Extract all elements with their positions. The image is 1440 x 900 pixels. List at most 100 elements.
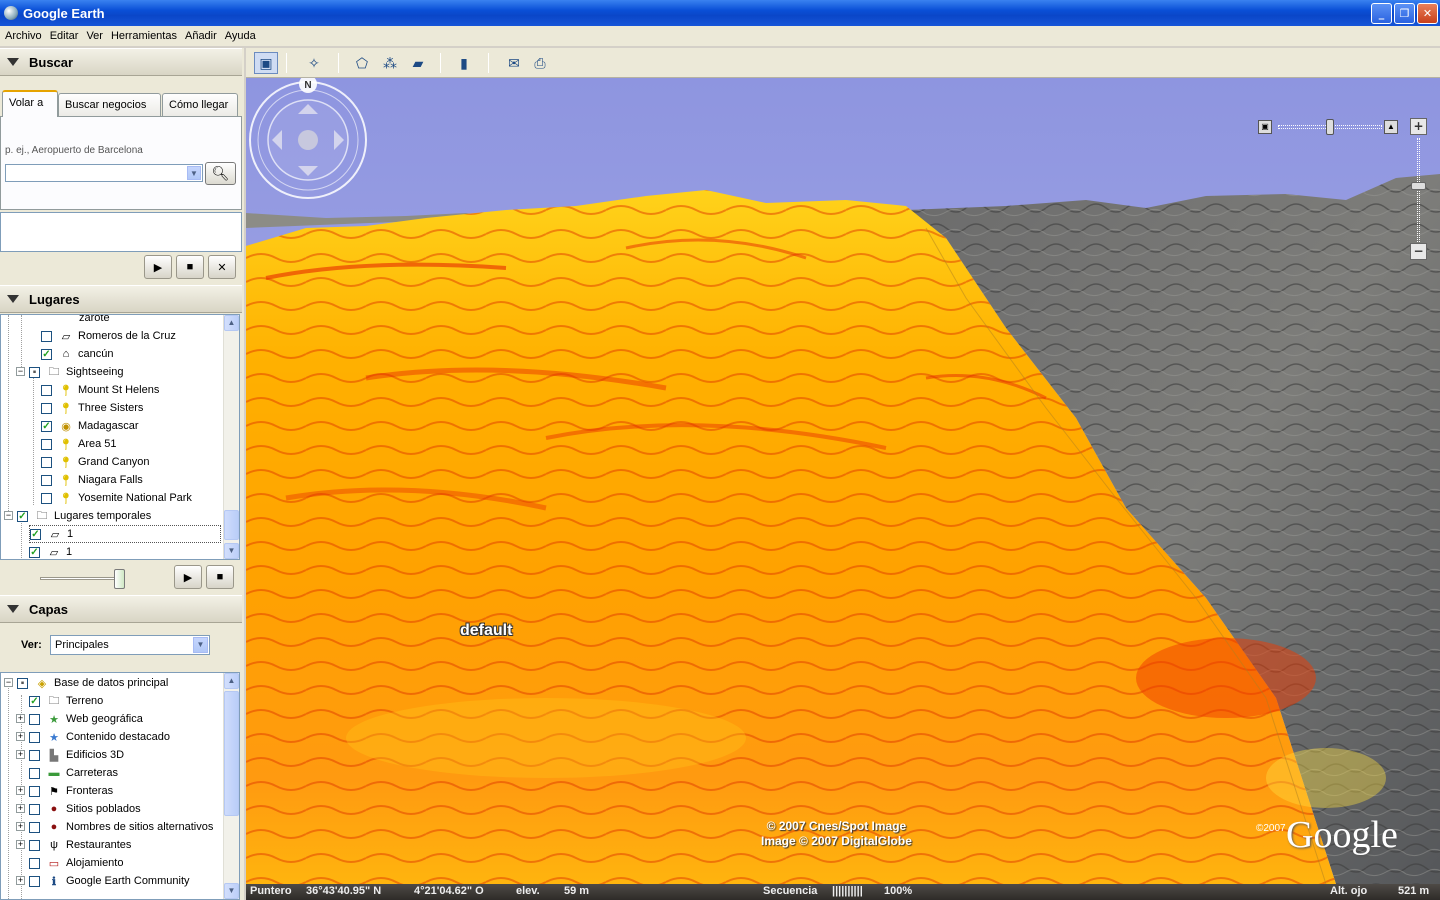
list-item[interactable]: ▭ Alojamiento [29,854,123,872]
earth-3d-view[interactable]: default © 2007 Cnes/Spot Image Image © 2… [246,78,1440,884]
checkbox[interactable]: ▪ [17,677,28,689]
list-item[interactable]: ● Nombres de sitios alternativos [29,818,213,836]
checkbox[interactable] [41,438,52,450]
checkbox[interactable] [41,492,52,504]
tilt-slider[interactable]: ▣ ▲ [1258,119,1398,135]
close-button[interactable]: ✕ [1417,3,1438,24]
navigation-compass[interactable]: N [246,78,370,202]
search-button[interactable]: 🔍︎ [205,162,236,185]
checkbox[interactable] [41,330,52,342]
list-item[interactable]: ℹ Google Earth Community [29,872,190,890]
menu-anadir[interactable]: Añadir [181,30,221,42]
maximize-button[interactable]: ❐ [1394,3,1415,24]
chevron-down-icon[interactable]: ▼ [193,637,208,653]
tour-slider-track[interactable] [40,577,124,580]
zoom-in-icon[interactable]: + [1410,118,1427,135]
expand-toggle[interactable]: + [16,750,25,759]
expand-toggle[interactable]: + [16,732,25,741]
stop-button[interactable]: ■ [176,255,204,279]
list-item[interactable]: zarote [41,315,110,327]
scroll-thumb[interactable] [224,510,239,540]
list-item[interactable]: ✓ ⌂ cancún [41,345,113,363]
expand-toggle[interactable]: + [16,876,25,885]
list-item[interactable]: ✓ ▱ 1 [29,543,72,559]
list-item[interactable]: 📍︎ Yosemite National Park [41,489,192,507]
checkbox[interactable] [29,767,40,779]
list-item[interactable]: ● Sitios poblados [29,800,141,818]
scroll-up-icon[interactable]: ▲ [224,673,239,689]
tour-slider-knob[interactable] [114,569,125,589]
ruler-icon[interactable]: ▮ [452,52,476,74]
chevron-down-icon[interactable]: ▼ [187,166,201,180]
checkbox[interactable] [41,474,52,486]
tilt-knob[interactable] [1326,119,1334,135]
checkbox[interactable] [29,785,40,797]
minimize-button[interactable]: _ [1371,3,1392,24]
image-overlay-icon[interactable]: ▰ [406,52,430,74]
polygon-add-icon[interactable]: ⬠ [350,52,374,74]
list-item[interactable]: ▪ 🗀︎ Sightseeing [29,363,124,381]
list-item[interactable]: 📍︎ Grand Canyon [41,453,150,471]
search-section-header[interactable]: Buscar [0,48,242,76]
email-icon[interactable]: ✉ [502,52,526,74]
zoom-out-icon[interactable]: − [1410,243,1427,260]
tab-volar-a[interactable]: Volar a [2,90,58,117]
checkbox[interactable]: ✓ [30,528,41,540]
places-tree[interactable]: zarote ▱ Romeros de la Cruz ✓ ⌂ cancún −… [0,314,240,560]
scroll-thumb[interactable] [224,691,239,816]
checkbox[interactable] [29,857,40,869]
scroll-down-icon[interactable]: ▼ [224,883,239,899]
collapse-toggle[interactable]: − [4,678,13,687]
list-item[interactable]: 📍︎ Mount St Helens [41,381,159,399]
print-icon[interactable]: ⎙ [528,52,552,74]
menu-archivo[interactable]: Archivo [1,30,46,42]
checkbox[interactable] [29,731,40,743]
menu-herramientas[interactable]: Herramientas [107,30,181,42]
checkbox[interactable] [41,384,52,396]
scroll-down-icon[interactable]: ▼ [224,543,239,559]
view-select[interactable]: Principales ▼ [50,635,210,655]
expand-toggle[interactable]: + [16,714,25,723]
places-section-header[interactable]: Lugares [0,285,242,313]
checkbox[interactable] [29,839,40,851]
list-item[interactable]: ✓ 🗀︎ Terreno [29,692,103,710]
tab-buscar-negocios[interactable]: Buscar negocios [58,93,161,116]
checkbox[interactable] [29,821,40,833]
list-item[interactable]: ⚑ Fronteras [29,782,113,800]
scroll-up-icon[interactable]: ▲ [224,315,239,331]
tab-como-llegar[interactable]: Cómo llegar [162,93,238,116]
list-item[interactable]: ▙ Edificios 3D [29,746,124,764]
stop-tour-button[interactable]: ■ [206,565,234,589]
placemark-label[interactable]: default [460,622,512,640]
zoom-knob[interactable] [1411,182,1426,190]
list-item[interactable]: ★ Contenido destacado [29,728,170,746]
menu-ver[interactable]: Ver [82,30,107,42]
checkbox[interactable]: ✓ [41,348,52,360]
list-item[interactable]: 📍︎ Three Sisters [41,399,143,417]
list-item[interactable]: ✓ 🗀︎ Lugares temporales [17,507,151,525]
checkbox[interactable]: ▪ [29,366,40,378]
search-input[interactable]: ▼ [5,164,203,182]
list-item[interactable]: ✓ ◉ Madagascar [41,417,139,435]
checkbox[interactable] [41,456,52,468]
zoom-slider[interactable]: + − [1410,118,1428,262]
list-item[interactable]: ▪ ◈ Base de datos principal [17,674,168,692]
places-scrollbar[interactable]: ▲ ▼ [223,315,239,559]
checkbox[interactable]: ✓ [29,546,40,558]
expand-toggle[interactable]: + [16,804,25,813]
list-item[interactable]: ✓ ▱ 1 [29,525,221,543]
menu-ayuda[interactable]: Ayuda [221,30,260,42]
checkbox[interactable] [29,749,40,761]
layers-section-header[interactable]: Capas [0,595,242,623]
checkbox[interactable] [29,875,40,887]
list-item[interactable]: ψ Restaurantes [29,836,131,854]
play-tour-button[interactable]: ▶ [174,565,202,589]
checkbox[interactable]: ✓ [17,510,28,522]
menu-editar[interactable]: Editar [46,30,83,42]
layers-scrollbar[interactable]: ▲ ▼ [223,673,239,899]
expand-toggle[interactable]: + [16,822,25,831]
play-button[interactable]: ▶ [144,255,172,279]
collapse-toggle[interactable]: − [16,367,25,376]
list-item[interactable]: ▱ Romeros de la Cruz [41,327,176,345]
placemark-add-icon[interactable]: ✧ [302,52,326,74]
